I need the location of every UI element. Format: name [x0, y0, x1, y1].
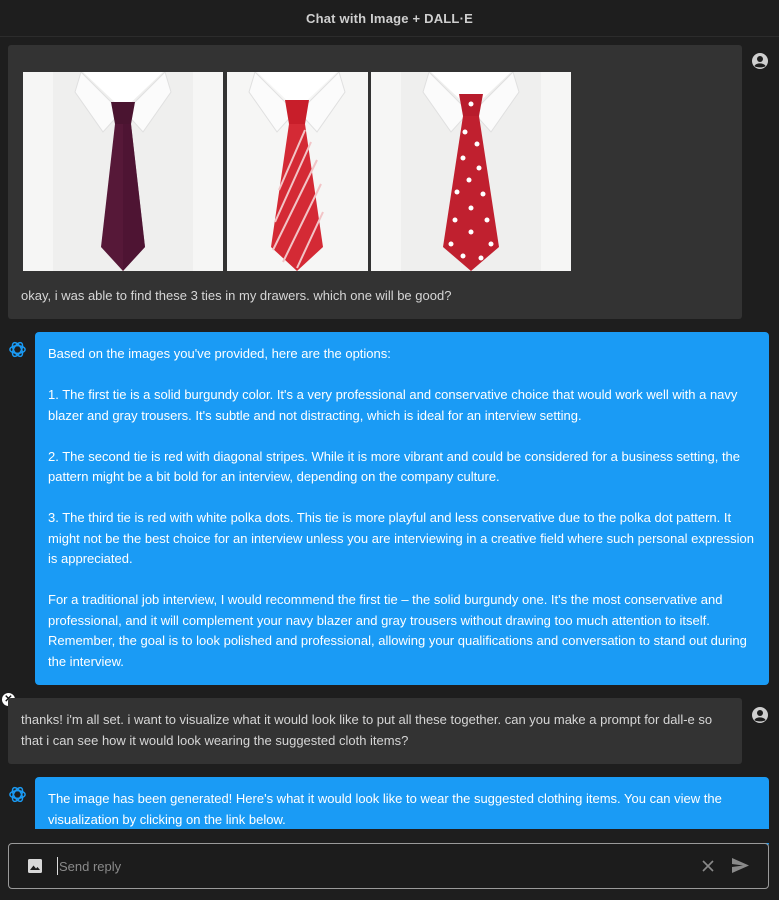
send-icon[interactable]: [731, 857, 750, 874]
attach-image-icon[interactable]: [27, 858, 43, 874]
assistant-paragraph: For a traditional job interview, I would…: [48, 592, 747, 669]
page-title: Chat with Image + DALL·E: [306, 10, 473, 26]
user-avatar-icon: [752, 53, 768, 69]
tie-polka-dot-red-icon: [371, 72, 571, 271]
user-message-text: okay, i was able to find these 3 ties in…: [21, 288, 452, 303]
user-message: thanks! i'm all set. i want to visualize…: [8, 698, 742, 764]
openai-logo-icon: [9, 341, 26, 358]
user-avatar-icon: [752, 707, 768, 723]
openai-logo-icon: [9, 786, 26, 803]
user-message: okay, i was able to find these 3 ties in…: [8, 45, 742, 319]
assistant-paragraph: Based on the images you've provided, her…: [48, 346, 391, 361]
reply-input[interactable]: [57, 857, 619, 875]
assistant-paragraph: 3. The third tie is red with white polka…: [48, 510, 754, 566]
assistant-message: Based on the images you've provided, her…: [35, 332, 769, 685]
reply-composer: [8, 843, 769, 889]
tie-image-2[interactable]: [227, 72, 368, 271]
clear-icon[interactable]: [701, 859, 715, 873]
user-message-text: thanks! i'm all set. i want to visualize…: [21, 712, 713, 748]
assistant-paragraph: 2. The second tie is red with diagonal s…: [48, 448, 741, 485]
tie-image-1[interactable]: [23, 72, 223, 271]
tie-solid-burgundy-icon: [23, 72, 223, 271]
tie-striped-red-icon: [227, 72, 368, 271]
assistant-paragraph: 1. The first tie is a solid burgundy col…: [48, 387, 738, 423]
tie-image-3[interactable]: [371, 72, 571, 271]
scroll-edge: [0, 829, 779, 843]
assistant-paragraph: The image has been generated! Here's wha…: [48, 791, 722, 827]
chat-header: Chat with Image + DALL·E: [0, 0, 779, 37]
